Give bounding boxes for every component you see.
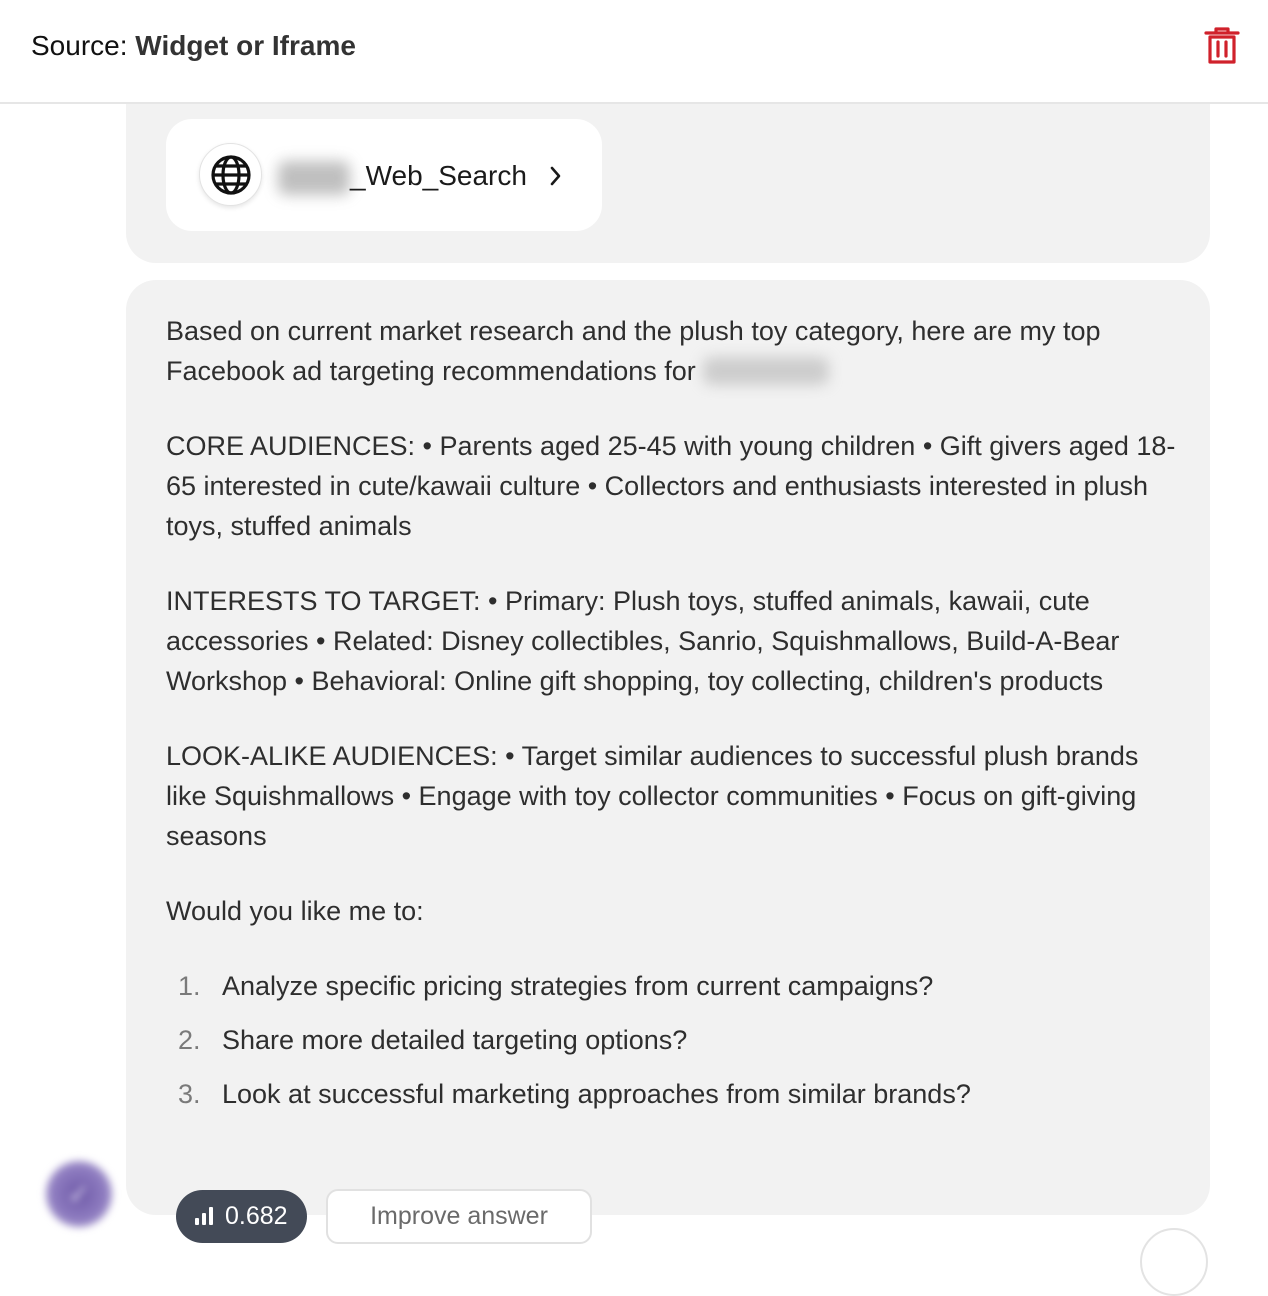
lookalike-paragraph: LOOK-ALIKE AUDIENCES: • Target similar a…: [166, 741, 1139, 851]
list-number: 2.: [178, 1025, 201, 1055]
intro-text: Based on current market research and the…: [166, 316, 1101, 386]
avatar: ✓: [46, 1161, 112, 1227]
chevron-right-icon: [546, 163, 566, 194]
score-badge[interactable]: 0.682: [176, 1190, 307, 1243]
list-item: 3. Look at successful marketing approache…: [166, 1074, 1176, 1128]
list-number: 3.: [178, 1079, 201, 1109]
redacted-tool-prefix: [278, 161, 350, 195]
redacted-brand-name: [703, 357, 830, 385]
source-value: Widget or Iframe: [135, 30, 356, 61]
tool-name: _Web_Search: [350, 160, 527, 191]
check-icon: ✓: [68, 1179, 90, 1209]
score-value: 0.682: [225, 1202, 288, 1230]
globe-icon: [199, 143, 262, 206]
list-number: 1.: [178, 971, 201, 1001]
options-list: 1. Analyze specific pricing strategies fr…: [166, 966, 1176, 1128]
intro-paragraph: Based on current market research and the…: [166, 311, 1176, 391]
list-item-text: Analyze specific pricing strategies from…: [222, 971, 934, 1001]
web-search-tool-button[interactable]: _Web_Search: [166, 119, 602, 231]
improve-answer-button[interactable]: Improve answer: [326, 1189, 592, 1244]
list-item: 2. Share more detailed targeting options?: [166, 1020, 1176, 1074]
list-item: 1. Analyze specific pricing strategies fr…: [166, 966, 1176, 1020]
signal-bars-icon: [195, 1207, 213, 1225]
trash-icon[interactable]: [1203, 26, 1241, 66]
header-bar: Source: Widget or Iframe: [0, 0, 1268, 104]
source-title: Source: Widget or Iframe: [31, 28, 356, 64]
list-item-text: Share more detailed targeting options?: [222, 1025, 688, 1055]
answer-card: Based on current market research and the…: [126, 280, 1210, 1215]
scroll-down-button[interactable]: [1140, 1228, 1208, 1296]
source-label: Source:: [31, 30, 136, 61]
interests-paragraph: INTERESTS TO TARGET: • Primary: Plush to…: [166, 586, 1120, 696]
question-paragraph: Would you like me to:: [166, 896, 424, 926]
core-audiences-paragraph: CORE AUDIENCES: • Parents aged 25-45 wit…: [166, 431, 1176, 541]
tool-call-card: _Web_Search: [126, 104, 1210, 263]
answer-body: Based on current market research and the…: [166, 311, 1176, 1128]
list-item-text: Look at successful marketing approaches …: [222, 1079, 971, 1109]
